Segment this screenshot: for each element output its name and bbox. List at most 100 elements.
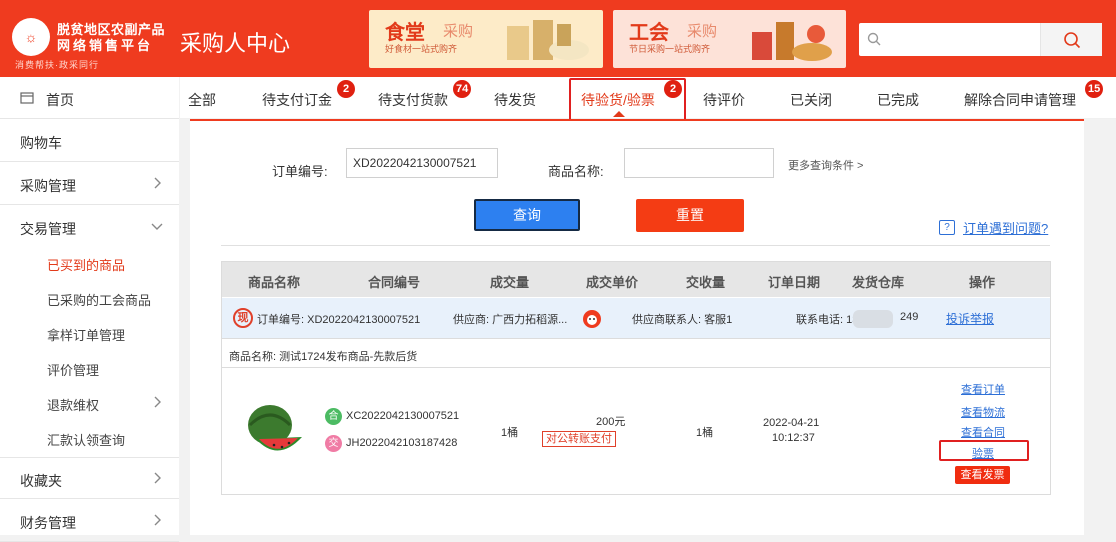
column-header: 操作 [969, 275, 996, 290]
order-no-label: 订单编号: [272, 164, 328, 179]
column-header: 成交单价 [586, 275, 639, 290]
sidebar-item-label: 收藏夹 [20, 473, 62, 489]
table-header: 商品名称 合同编号 成交量 成交单价 交收量 订单日期 发货仓库 操作 [222, 262, 1050, 297]
platform-logo-icon[interactable]: ☼ [12, 18, 50, 56]
contract-tag-icon: 合 [325, 408, 342, 425]
contact-phone-suffix: 249 [900, 311, 919, 323]
tab-badge: 15 [1085, 80, 1104, 98]
column-header: 发货仓库 [852, 275, 905, 290]
goods-name-text: 商品名称: 测试1724发布商品-先款后货 [229, 351, 418, 363]
order-date: 2022-04-21 [763, 417, 820, 429]
sidebar-item-label: 购物车 [20, 135, 62, 151]
order-table: 商品名称 合同编号 成交量 成交单价 交收量 订单日期 发货仓库 操作 现 订单… [221, 261, 1051, 495]
trade-number[interactable]: JH2022042103187428 [346, 437, 457, 449]
goods-name-label: 商品名称: [548, 164, 604, 179]
contract-number[interactable]: XC2022042130007521 [346, 410, 459, 422]
tab-closed[interactable]: 已关闭 [790, 90, 832, 110]
column-header: 合同编号 [368, 275, 421, 290]
active-tab-indicator [613, 111, 625, 117]
view-invoice-button[interactable]: 查看发票 [955, 466, 1010, 484]
banner-subtitle: 采购 [443, 23, 474, 40]
column-header: 订单日期 [768, 275, 821, 290]
complain-link[interactable]: 投诉举报 [946, 310, 994, 327]
platform-slogan: 消费帮扶·政采同行 [15, 60, 99, 70]
sidebar-item-trade-mgmt[interactable]: 交易管理 [0, 206, 179, 248]
goods-name-input[interactable] [624, 148, 774, 178]
banner-title: 食堂 [385, 22, 425, 44]
reset-button[interactable]: 重置 [636, 199, 744, 232]
gift-goods-icon [752, 22, 832, 61]
column-header: 商品名称 [248, 275, 301, 290]
food-goods-icon [507, 20, 589, 60]
tab-contract-termination[interactable]: 解除合同申请管理 [964, 90, 1076, 110]
payment-method-badge: 对公转账支付 [542, 431, 616, 447]
spot-order-badge: 现 [233, 308, 253, 328]
search-button[interactable] [1040, 23, 1102, 56]
search-bar [859, 23, 1102, 56]
union-purchase-banner[interactable]: 工会 采购 节日采购一站式购齐 [613, 10, 846, 68]
sidebar-item-purchase-mgmt[interactable]: 采购管理 [0, 163, 179, 205]
masked-phone [853, 310, 893, 328]
tab-badge: 74 [453, 80, 472, 98]
chevron-right-icon [154, 472, 161, 484]
inspect-invoice-link[interactable]: 验票 [972, 445, 994, 461]
sidebar-sub-reviews[interactable]: 评价管理 [47, 360, 99, 379]
order-time: 10:12:37 [772, 432, 815, 444]
sidebar-sub-sample-orders[interactable]: 拿样订单管理 [47, 325, 125, 344]
sidebar-item-favorites[interactable]: 收藏夹 [0, 457, 179, 499]
supplier-contact: 供应商联系人: 客服1 [632, 314, 733, 326]
search-icon [1064, 32, 1081, 49]
watermelon-product-image[interactable] [244, 401, 304, 461]
divider [221, 245, 1050, 246]
platform-name-line2: 网络销售平台 [57, 38, 154, 53]
order-number: 订单编号: XD2022042130007521 [257, 314, 421, 326]
tab-completed[interactable]: 已完成 [877, 90, 919, 110]
sidebar-sub-bought-goods[interactable]: 已买到的商品 [47, 255, 125, 274]
sidebar-item-label: 首页 [46, 92, 74, 108]
goods-name-row: 商品名称: 测试1724发布商品-先款后货 [222, 340, 1050, 368]
view-order-link[interactable]: 查看订单 [961, 381, 1005, 397]
canteen-purchase-banner[interactable]: 食堂 采购 好食材一站式购齐 [369, 10, 603, 68]
sidebar-item-cart[interactable]: 购物车 [0, 120, 179, 162]
sidebar: 首页 购物车 采购管理 交易管理 已买到的商品 已采购的工会商品 拿样订单管理 … [0, 77, 179, 542]
page-title: 采购人中心 [180, 31, 291, 56]
search-icon [867, 32, 881, 46]
question-icon: ? [939, 220, 955, 235]
top-header: ☼ 脱贫地区农副产品 网络销售平台 消费帮扶·政采同行 采购人中心 食堂 采购 … [0, 0, 1116, 77]
order-summary-row: 现 订单编号: XD2022042130007521 供应商: 广西力拓稻源..… [222, 298, 1050, 339]
banner-subtitle: 采购 [687, 23, 718, 40]
column-header: 交收量 [686, 275, 726, 290]
tab-pending-deposit[interactable]: 待支付订金 [262, 90, 332, 110]
home-icon [20, 92, 34, 104]
active-tab-highlight [569, 78, 686, 125]
search-input[interactable] [885, 30, 1035, 50]
chevron-down-icon [151, 223, 163, 230]
chevron-right-icon [154, 514, 161, 526]
sidebar-sub-refunds[interactable]: 退款维权 [47, 395, 99, 414]
tab-pending-shipment[interactable]: 待发货 [494, 90, 536, 110]
column-header: 成交量 [490, 275, 530, 290]
banner-title: 工会 [629, 22, 669, 44]
tab-pending-payment[interactable]: 待支付货款 [378, 90, 448, 110]
sidebar-item-label: 财务管理 [20, 515, 76, 531]
view-contract-link[interactable]: 查看合同 [961, 424, 1005, 440]
tab-badge: 2 [337, 80, 355, 98]
sidebar-sub-remittance[interactable]: 汇款认领查询 [47, 430, 125, 449]
sidebar-sub-union-goods[interactable]: 已采购的工会商品 [47, 290, 151, 309]
view-logistics-link[interactable]: 查看物流 [961, 404, 1005, 420]
order-no-input[interactable] [346, 148, 498, 178]
query-button[interactable]: 查询 [474, 199, 580, 231]
banner-desc: 好食材一站式购齐 [385, 44, 458, 54]
tab-all[interactable]: 全部 [188, 90, 216, 110]
chevron-right-icon [154, 177, 161, 189]
sidebar-item-finance[interactable]: 财务管理 [0, 500, 179, 542]
order-content-panel: 订单编号: 商品名称: 更多查询条件 > 查询 重置 ? 订单遇到问题? 商品名… [190, 119, 1084, 535]
tab-pending-review[interactable]: 待评价 [703, 90, 745, 110]
trade-tag-icon: 交 [325, 435, 342, 452]
more-conditions-link[interactable]: 更多查询条件 > [788, 157, 863, 173]
chevron-right-icon [154, 396, 161, 408]
order-problem-link[interactable]: 订单遇到问题? [963, 218, 1048, 237]
unit-price: 200元 [596, 416, 626, 428]
sidebar-item-home[interactable]: 首页 [0, 77, 179, 119]
customer-service-icon[interactable] [582, 309, 602, 329]
